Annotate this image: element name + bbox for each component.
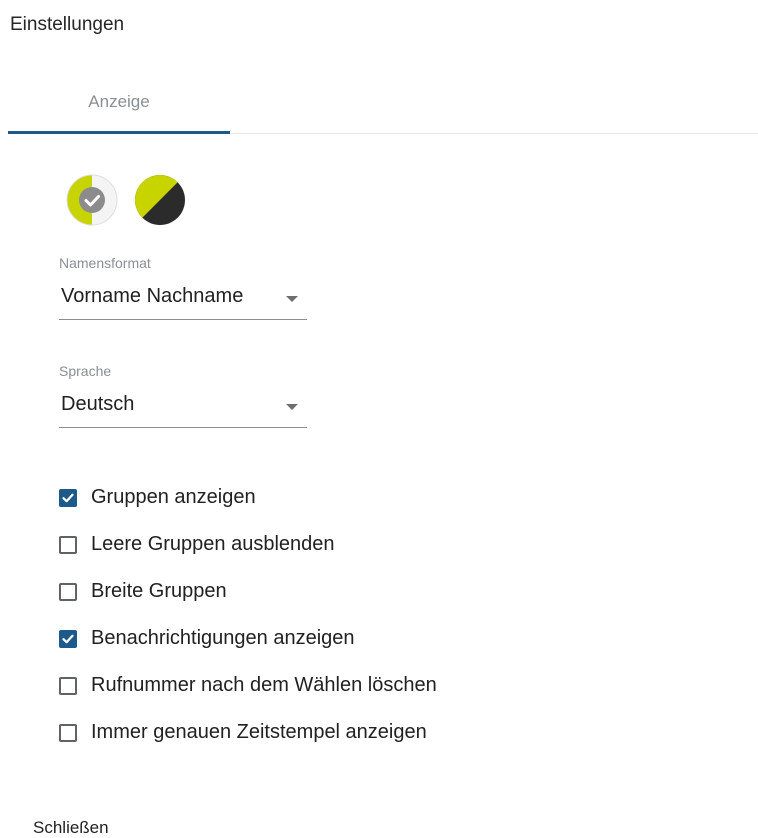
dark-theme-icon	[134, 174, 185, 225]
checkbox-checked[interactable]	[59, 488, 77, 507]
option-rufnummer-loeschen[interactable]: Rufnummer nach dem Wählen löschen	[59, 662, 437, 709]
checkbox-unchecked[interactable]	[59, 723, 77, 742]
name-format-value: Vorname Nachname	[61, 285, 244, 307]
option-label: Benachrichtigungen anzeigen	[91, 627, 355, 649]
language-field: Sprache Deutsch	[59, 363, 307, 428]
close-button[interactable]: Schließen	[33, 818, 109, 838]
name-format-select[interactable]: Vorname Nachname	[59, 279, 307, 320]
checkbox-unchecked[interactable]	[59, 582, 77, 601]
option-label: Immer genauen Zeitstempel anzeigen	[91, 721, 427, 743]
option-gruppen-anzeigen[interactable]: Gruppen anzeigen	[59, 474, 437, 521]
language-select[interactable]: Deutsch	[59, 387, 307, 428]
checkbox-checked[interactable]	[59, 629, 77, 648]
checkbox-unchecked[interactable]	[59, 535, 77, 554]
check-icon	[62, 634, 74, 643]
option-label: Gruppen anzeigen	[91, 486, 256, 508]
option-benachrichtigungen-anzeigen[interactable]: Benachrichtigungen anzeigen	[59, 615, 437, 662]
name-format-label: Namensformat	[59, 255, 151, 271]
option-breite-gruppen[interactable]: Breite Gruppen	[59, 568, 437, 615]
dark-theme-swatch[interactable]	[134, 174, 186, 226]
checkbox-unchecked[interactable]	[59, 676, 77, 695]
chevron-down-icon	[286, 296, 298, 302]
option-label: Rufnummer nach dem Wählen löschen	[91, 674, 437, 696]
active-tab-indicator	[8, 131, 230, 134]
dialog-title: Einstellungen	[10, 14, 125, 35]
tab-anzeige[interactable]: Anzeige	[8, 72, 230, 132]
tab-bar: Anzeige	[8, 72, 758, 134]
option-genauer-zeitstempel[interactable]: Immer genauen Zeitstempel anzeigen	[59, 709, 437, 756]
check-icon	[62, 493, 74, 502]
option-label: Leere Gruppen ausblenden	[91, 533, 335, 555]
theme-selector	[66, 174, 186, 226]
display-options-list: Gruppen anzeigen Leere Gruppen ausblende…	[59, 474, 437, 756]
chevron-down-icon	[286, 404, 298, 410]
option-leere-gruppen-ausblenden[interactable]: Leere Gruppen ausblenden	[59, 521, 437, 568]
language-value: Deutsch	[61, 393, 135, 415]
light-theme-swatch[interactable]	[66, 174, 118, 226]
option-label: Breite Gruppen	[91, 580, 227, 602]
language-label: Sprache	[59, 363, 112, 379]
light-theme-icon	[66, 174, 118, 226]
tab-label: Anzeige	[88, 92, 150, 111]
name-format-field: Namensformat Vorname Nachname	[59, 255, 307, 320]
